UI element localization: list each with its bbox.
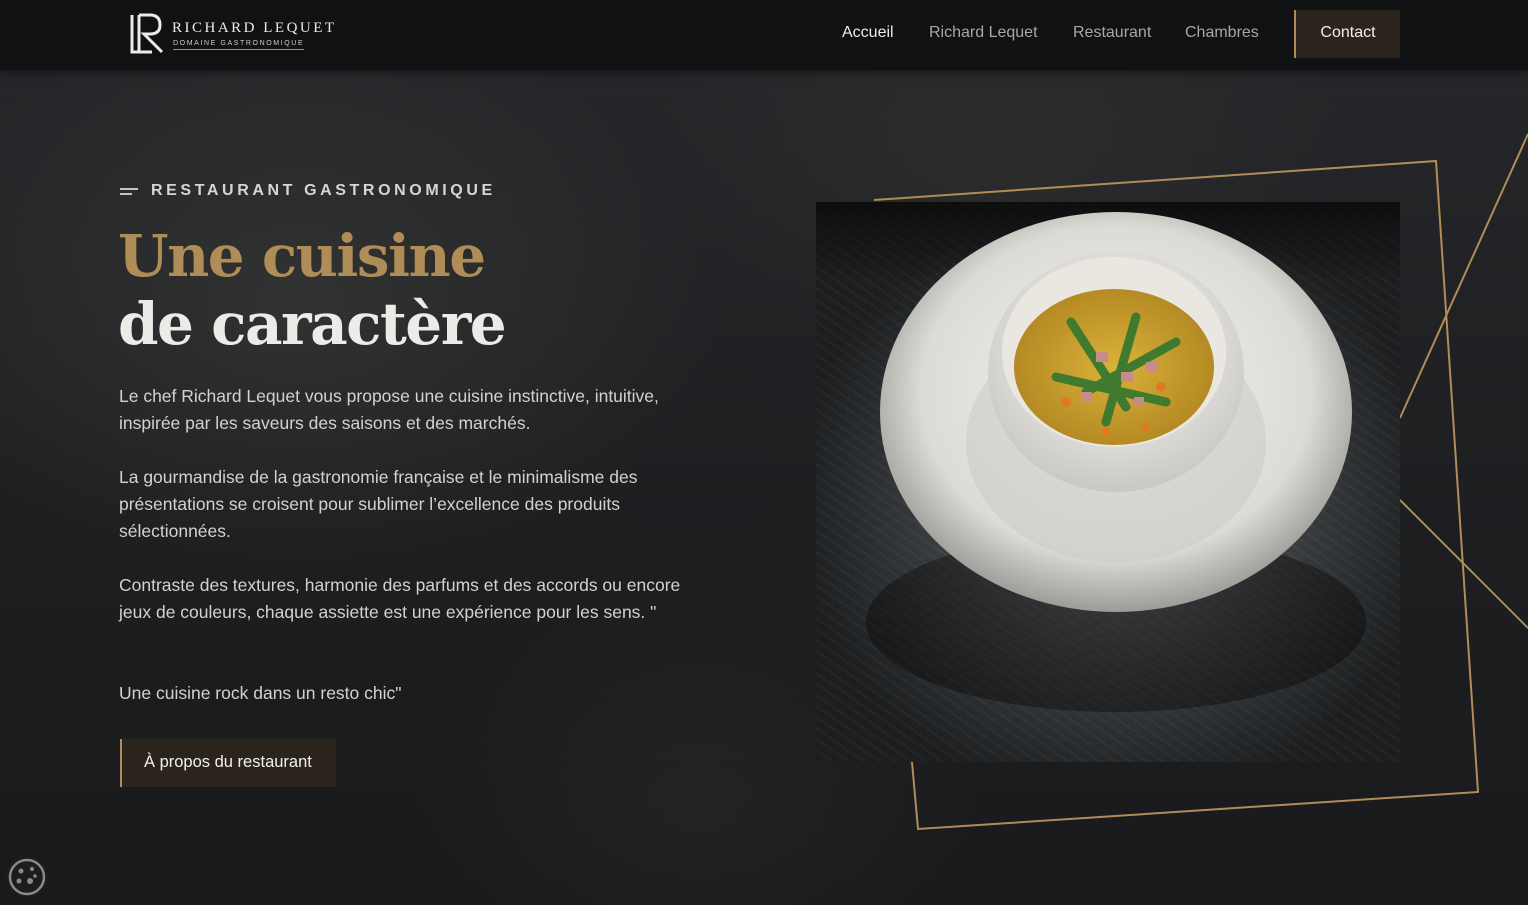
main-nav: Accueil Richard Lequet Restaurant Chambr… bbox=[0, 0, 1528, 70]
nav-item-chambres[interactable]: Chambres bbox=[1185, 24, 1259, 42]
nav-item-restaurant[interactable]: Restaurant bbox=[1073, 24, 1151, 42]
top-navigation-bar: RICHARD LEQUET DOMAINE GASTRONOMIQUE Acc… bbox=[0, 0, 1528, 70]
plated-dish-illustration bbox=[866, 212, 1366, 712]
contact-button[interactable]: Contact bbox=[1294, 10, 1400, 58]
nav-item-richard-lequet[interactable]: Richard Lequet bbox=[929, 24, 1038, 42]
dish-photo bbox=[816, 202, 1400, 762]
nav-item-accueil[interactable]: Accueil bbox=[842, 24, 894, 42]
